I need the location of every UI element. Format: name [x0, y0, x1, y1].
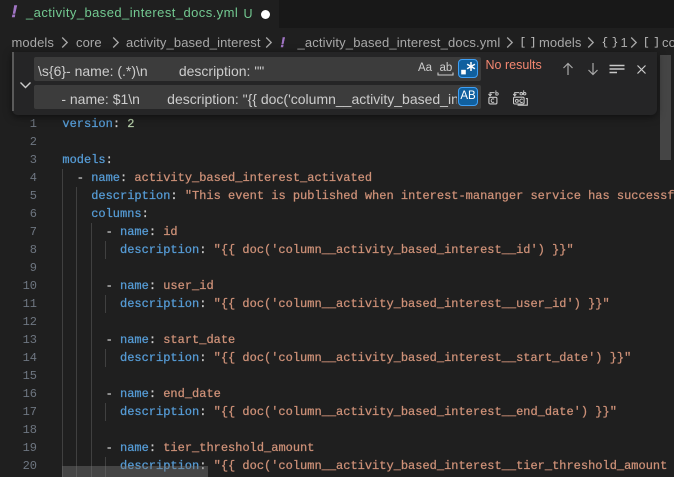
svg-text:ab: ab [439, 62, 452, 74]
